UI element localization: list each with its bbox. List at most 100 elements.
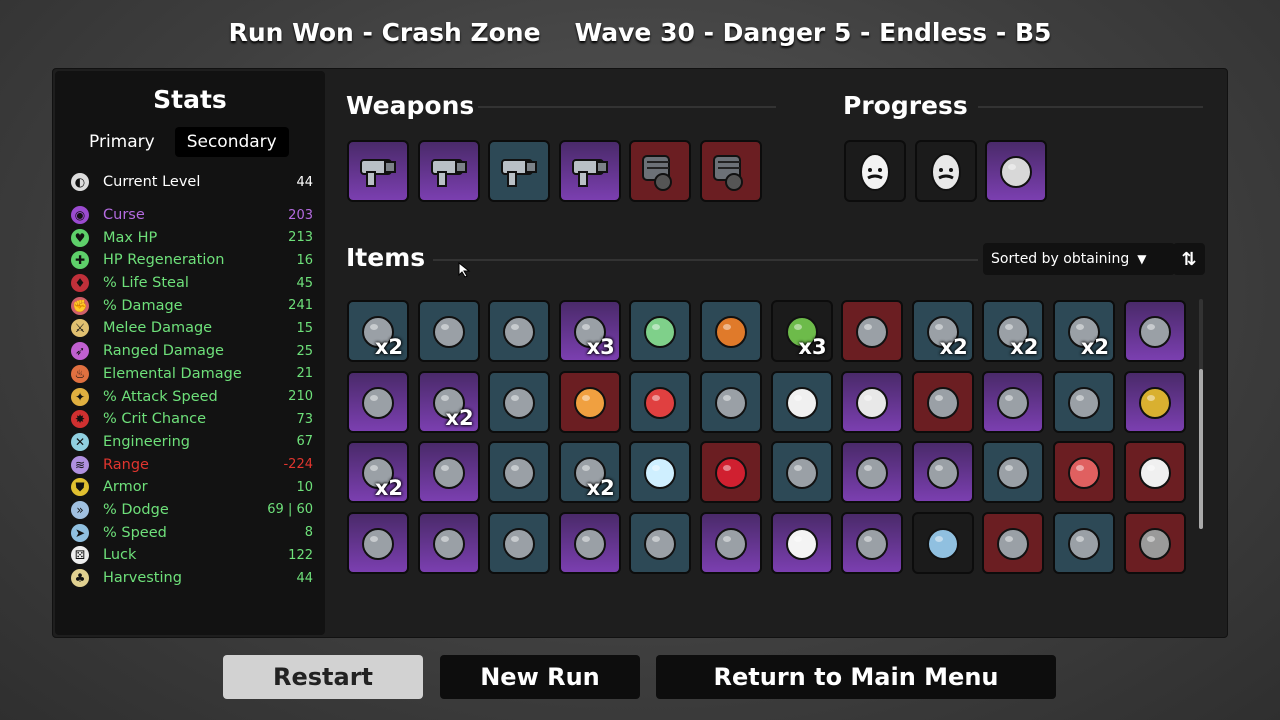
progress-slot[interactable] [844, 140, 906, 202]
item-slot[interactable] [488, 511, 551, 574]
weapon-slot[interactable] [417, 140, 480, 202]
item-slot[interactable] [841, 511, 904, 574]
damage-icon: ✊ [71, 296, 89, 315]
stat-row[interactable]: ⛊ Armor 10 [71, 476, 313, 499]
stat-row[interactable]: ≋ Range -224 [71, 453, 313, 476]
item-slot[interactable] [700, 370, 762, 433]
item-slot[interactable] [488, 441, 551, 504]
wolf-icon [1132, 520, 1178, 566]
item-slot[interactable] [629, 441, 692, 504]
stat-row[interactable]: ✸ % Crit Chance 73 [71, 408, 313, 431]
item-slot[interactable] [347, 511, 409, 574]
crit-icon: ✸ [71, 410, 89, 429]
item-slot[interactable] [1123, 511, 1186, 574]
item-slot[interactable] [911, 370, 974, 433]
stat-row[interactable]: ⚄ Luck 122 [71, 544, 313, 567]
item-slot[interactable] [417, 511, 480, 574]
weapon-slot[interactable] [347, 140, 409, 202]
item-slot[interactable] [841, 441, 904, 504]
weapon-slot[interactable] [488, 140, 551, 202]
stat-row[interactable]: ⚔ Melee Damage 15 [71, 317, 313, 340]
item-slot[interactable] [629, 370, 692, 433]
item-slot[interactable] [1053, 370, 1115, 433]
item-slot[interactable] [1123, 441, 1186, 504]
stat-row[interactable]: ✦ % Attack Speed 210 [71, 385, 313, 408]
stat-row[interactable]: ◐ Current Level 44 [71, 171, 313, 194]
item-slot[interactable] [841, 370, 904, 433]
item-slot[interactable] [700, 300, 762, 362]
item-slot[interactable] [911, 511, 974, 574]
item-slot[interactable] [770, 370, 833, 433]
weapon-slot[interactable] [700, 140, 762, 202]
stat-row[interactable]: ♥ Max HP 213 [71, 226, 313, 249]
item-slot[interactable] [1053, 441, 1115, 504]
sword-icon: ⚔ [71, 319, 89, 338]
stat-row[interactable]: ♦ % Life Steal 45 [71, 272, 313, 295]
chevron-down-icon: ▼ [1137, 252, 1147, 266]
item-slot[interactable] [700, 441, 762, 504]
item-slot[interactable]: x2 [347, 441, 409, 504]
stat-label: Armor [103, 479, 148, 496]
item-slot[interactable] [629, 511, 692, 574]
stat-row[interactable]: » % Dodge 69 | 60 [71, 499, 313, 522]
stat-row[interactable]: ♨ Elemental Damage 21 [71, 363, 313, 386]
item-slot[interactable] [1053, 511, 1115, 574]
stat-label: % Crit Chance [103, 411, 207, 428]
restart-button[interactable]: Restart [223, 655, 423, 699]
item-slot[interactable] [347, 370, 409, 433]
weapon-slot[interactable] [558, 140, 621, 202]
item-slot[interactable] [558, 511, 621, 574]
stone-icon [708, 379, 754, 425]
tab-secondary[interactable]: Secondary [174, 127, 289, 157]
sort-dropdown[interactable]: Sorted by obtaining ▼ [983, 243, 1175, 275]
item-slot[interactable]: x2 [347, 300, 409, 362]
main-menu-button[interactable]: Return to Main Menu [656, 655, 1056, 699]
stat-value: 15 [296, 320, 313, 336]
item-slot[interactable]: x3 [770, 300, 833, 362]
item-slot[interactable]: x2 [558, 441, 621, 504]
item-slot[interactable]: x2 [911, 300, 974, 362]
minigun-icon [708, 148, 754, 194]
item-slot[interactable] [488, 370, 551, 433]
stat-value: 241 [288, 298, 313, 314]
stat-row[interactable]: ◉ Curse 203 [71, 204, 313, 227]
item-slot[interactable]: x2 [982, 300, 1045, 362]
stat-row[interactable]: ➤ % Speed 8 [71, 521, 313, 544]
item-slot[interactable] [629, 300, 692, 362]
stat-label: Curse [103, 207, 145, 224]
item-slot[interactable] [417, 300, 480, 362]
progress-slot[interactable] [985, 140, 1048, 202]
stat-row[interactable]: ✊ % Damage 241 [71, 294, 313, 317]
progress-slot[interactable] [914, 140, 977, 202]
item-slot[interactable]: x2 [417, 370, 480, 433]
stat-row[interactable]: ✕ Engineering 67 [71, 431, 313, 454]
item-slot[interactable] [1123, 300, 1186, 362]
item-slot[interactable] [841, 300, 904, 362]
item-slot[interactable]: x2 [1053, 300, 1115, 362]
frog-icon [637, 308, 683, 354]
item-slot[interactable] [982, 511, 1045, 574]
item-slot[interactable] [982, 370, 1045, 433]
item-scrollbar-thumb[interactable] [1199, 369, 1203, 529]
horns-icon [496, 520, 542, 566]
mosquito-icon [990, 449, 1036, 495]
new-run-button[interactable]: New Run [440, 655, 640, 699]
item-slot[interactable] [1123, 370, 1186, 433]
item-slot[interactable] [488, 300, 551, 362]
item-slot[interactable] [982, 441, 1045, 504]
stats-title: Stats [153, 85, 227, 114]
item-slot[interactable] [700, 511, 762, 574]
item-slot[interactable] [770, 441, 833, 504]
sort-order-toggle[interactable]: ⇅ [1173, 243, 1205, 275]
item-slot[interactable] [558, 370, 621, 433]
stat-row[interactable]: ➶ Ranged Damage 25 [71, 340, 313, 363]
item-slot[interactable] [770, 511, 833, 574]
tab-primary[interactable]: Primary [77, 127, 167, 157]
stat-label: Engineering [103, 433, 190, 450]
item-slot[interactable] [911, 441, 974, 504]
item-slot[interactable] [417, 441, 480, 504]
stat-row[interactable]: ✚ HP Regeneration 16 [71, 249, 313, 272]
weapon-slot[interactable] [629, 140, 692, 202]
stat-row[interactable]: ♣ Harvesting 44 [71, 567, 313, 590]
item-slot[interactable]: x3 [558, 300, 621, 362]
